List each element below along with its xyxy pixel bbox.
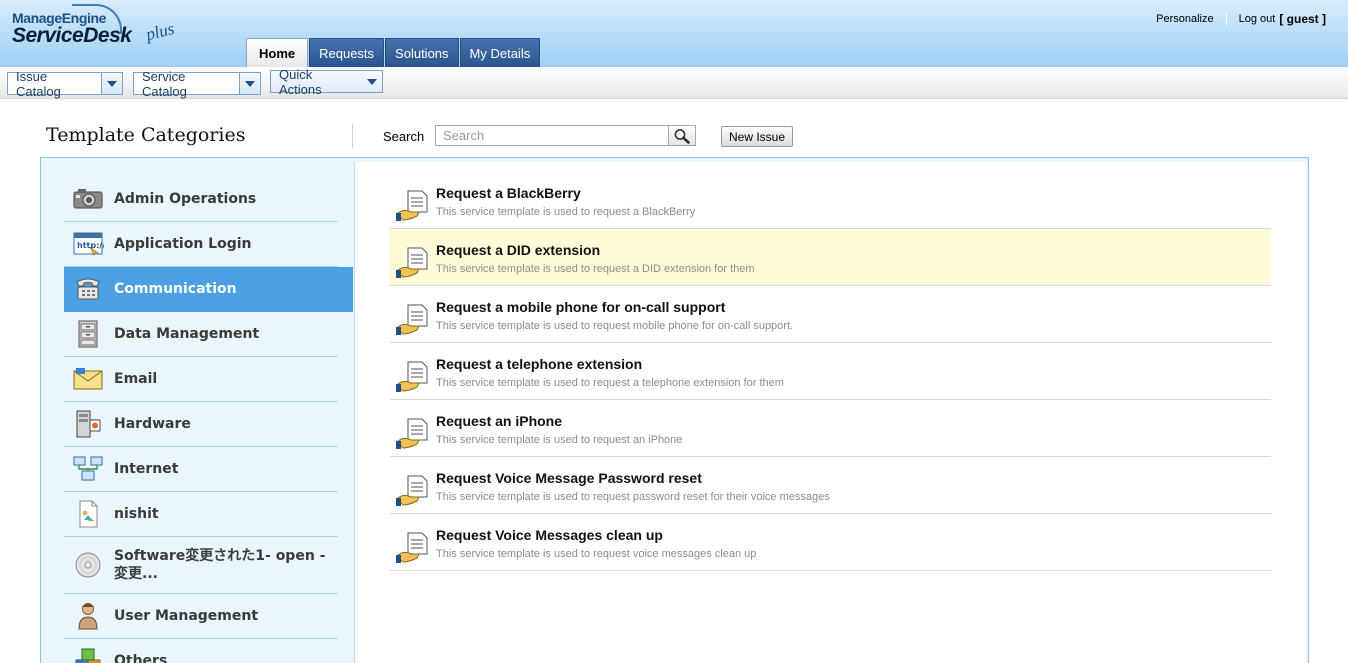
template-document-icon xyxy=(396,304,428,335)
search-input[interactable] xyxy=(435,125,669,146)
category-nishit[interactable]: nishit xyxy=(64,492,338,537)
search-label: Search xyxy=(383,129,425,144)
logo-plus-text: plus xyxy=(144,18,177,45)
template-title[interactable]: Request a telephone extension xyxy=(436,356,642,372)
quick-actions-label: Quick Actions xyxy=(279,66,322,97)
telephone-icon xyxy=(70,274,106,304)
browser-login-icon: http:// xyxy=(70,229,106,259)
network-icon xyxy=(70,454,106,484)
template-document-icon xyxy=(396,247,428,278)
camera-icon xyxy=(70,184,106,214)
filing-cabinet-icon xyxy=(70,319,106,349)
template-title[interactable]: Request Voice Messages clean up xyxy=(436,527,663,543)
category-user-management[interactable]: User Management xyxy=(64,594,338,639)
template-description: This service template is used to request… xyxy=(436,548,757,560)
envelope-icon xyxy=(70,364,106,394)
tab-solutions[interactable]: Solutions xyxy=(385,38,459,67)
category-application-login[interactable]: http:// Application Login xyxy=(64,222,338,267)
manageengine-logo[interactable]: ManageEngine ServiceDesk plus xyxy=(12,4,182,58)
logout-link[interactable]: Log out xyxy=(1239,13,1276,25)
category-internet[interactable]: Internet xyxy=(64,447,338,492)
app-header: ManageEngine ServiceDesk plus Personaliz… xyxy=(0,0,1348,67)
category-data-management[interactable]: Data Management xyxy=(64,312,338,357)
category-label: Admin Operations xyxy=(114,191,257,207)
template-description: This service template is used to request… xyxy=(436,263,755,275)
template-document-icon xyxy=(396,190,428,221)
template-title[interactable]: Request a BlackBerry xyxy=(436,185,581,201)
personalize-link[interactable]: Personalize xyxy=(1156,13,1213,25)
computer-tower-icon xyxy=(70,409,106,439)
template-description: This service template is used to request… xyxy=(436,491,830,503)
template-document-icon xyxy=(396,532,428,563)
category-hardware[interactable]: Hardware xyxy=(64,402,338,447)
template-document-icon xyxy=(396,418,428,449)
tab-my-details[interactable]: My Details xyxy=(459,38,541,67)
template-document-icon xyxy=(396,361,428,392)
category-label: Others xyxy=(114,653,168,663)
template-title[interactable]: Request an iPhone xyxy=(436,413,562,429)
template-row[interactable]: Request a mobile phone for on-call suppo… xyxy=(390,286,1271,343)
category-label: Software変更された1- open - 変更... xyxy=(114,548,326,582)
category-label: Application Login xyxy=(114,236,252,252)
search-button[interactable] xyxy=(668,125,696,146)
category-label: nishit xyxy=(114,506,159,522)
template-row[interactable]: Request Voice Messages clean up This ser… xyxy=(390,514,1271,571)
quick-actions-dropdown[interactable]: Quick Actions xyxy=(270,66,383,97)
template-description: This service template is used to request… xyxy=(436,206,696,218)
template-row[interactable]: Request Voice Message Password reset Thi… xyxy=(390,457,1271,514)
template-title[interactable]: Request a DID extension xyxy=(436,242,600,258)
service-catalog-dropdown[interactable]: Service Catalog xyxy=(133,68,261,99)
tab-home[interactable]: Home xyxy=(246,38,309,67)
top-links: Personalize Log out [ guest ] xyxy=(1156,12,1326,26)
category-others[interactable]: Others xyxy=(64,639,338,663)
category-label: User Management xyxy=(114,608,259,624)
template-title[interactable]: Request Voice Message Password reset xyxy=(436,470,702,486)
chevron-down-icon[interactable] xyxy=(239,73,260,94)
template-list: Request a BlackBerry This service templa… xyxy=(354,162,1306,663)
category-email[interactable]: Email xyxy=(64,357,338,402)
chevron-down-icon[interactable] xyxy=(101,73,122,94)
template-description: This service template is used to request… xyxy=(436,320,794,332)
current-user: [ guest ] xyxy=(1279,12,1326,26)
template-description: This service template is used to request… xyxy=(436,434,683,446)
template-row[interactable]: Request an iPhone This service template … xyxy=(390,400,1271,457)
main-tabs: Home Requests Solutions My Details xyxy=(246,38,541,67)
template-document-icon xyxy=(396,475,428,506)
link-separator xyxy=(1225,12,1227,26)
category-communication[interactable]: Communication xyxy=(64,267,353,312)
category-label: Internet xyxy=(114,461,179,477)
user-icon xyxy=(70,601,106,631)
issue-catalog-label: Issue Catalog xyxy=(16,68,61,99)
template-frame: Admin Operations http:// Application Log… xyxy=(40,157,1309,663)
category-software[interactable]: Software変更された1- open - 変更... xyxy=(64,537,338,594)
title-divider xyxy=(352,124,353,148)
chevron-down-icon[interactable] xyxy=(361,71,382,92)
category-label: Hardware xyxy=(114,416,191,432)
issue-catalog-dropdown[interactable]: Issue Catalog xyxy=(7,68,123,99)
category-label: Communication xyxy=(114,281,237,297)
logo-product-text: ServiceDesk xyxy=(12,24,132,47)
sub-toolbar: Issue Catalog Service Catalog Quick Acti… xyxy=(0,67,1348,99)
template-description: This service template is used to request… xyxy=(436,377,784,389)
boxes-icon xyxy=(70,646,106,663)
category-label: Data Management xyxy=(114,326,260,342)
category-sidebar: Admin Operations http:// Application Log… xyxy=(45,162,353,663)
document-icon xyxy=(70,499,106,529)
page-title: Template Categories xyxy=(46,124,246,146)
tab-requests[interactable]: Requests xyxy=(309,38,385,67)
template-row[interactable]: Request a BlackBerry This service templa… xyxy=(390,172,1271,229)
cd-disc-icon xyxy=(70,550,106,580)
template-title[interactable]: Request a mobile phone for on-call suppo… xyxy=(436,299,725,315)
category-admin-operations[interactable]: Admin Operations xyxy=(64,177,338,222)
template-row[interactable]: Request a DID extension This service tem… xyxy=(390,229,1271,286)
service-catalog-label: Service Catalog xyxy=(142,68,187,99)
new-issue-button[interactable]: New Issue xyxy=(721,126,793,147)
template-row[interactable]: Request a telephone extension This servi… xyxy=(390,343,1271,400)
search-icon xyxy=(674,128,690,144)
category-label: Email xyxy=(114,371,158,387)
